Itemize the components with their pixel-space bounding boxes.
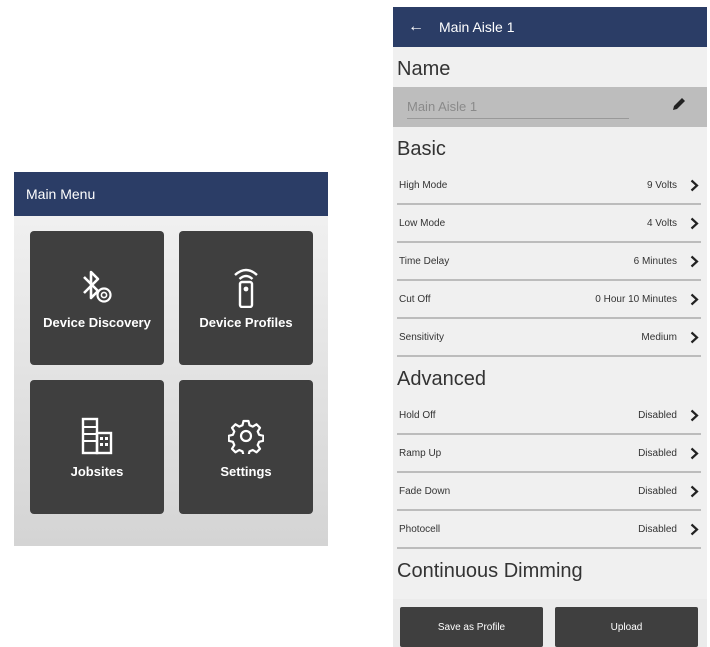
chevron-right-icon	[687, 179, 701, 192]
chevron-right-icon	[687, 485, 701, 498]
detail-app-bar: ← Main Aisle 1	[393, 7, 707, 47]
device-detail-screen: ← Main Aisle 1 Name Basic High Mode 9 Vo…	[393, 7, 707, 647]
chevron-right-icon	[687, 409, 701, 422]
continuous-dimming-heading: Continuous Dimming	[397, 560, 583, 582]
high-mode-row[interactable]: High Mode 9 Volts	[397, 167, 701, 205]
jobsites-tile[interactable]: Jobsites	[30, 380, 164, 514]
main-menu-screen: Main Menu Device Discovery Device Profil…	[14, 172, 328, 546]
row-label: Low Mode	[399, 217, 446, 229]
fade-down-row[interactable]: Fade Down Disabled	[397, 473, 701, 511]
chevron-right-icon	[687, 523, 701, 536]
row-label: Fade Down	[399, 485, 451, 497]
advanced-settings-list: Hold Off Disabled Ramp Up Disabled Fade …	[393, 397, 707, 549]
row-label: Photocell	[399, 523, 441, 535]
buildings-icon	[81, 417, 113, 455]
sensitivity-row[interactable]: Sensitivity Medium	[397, 319, 701, 357]
chevron-right-icon	[687, 331, 701, 344]
row-value: Disabled	[638, 409, 677, 421]
row-value: Disabled	[638, 523, 677, 535]
row-value: 6 Minutes	[633, 255, 677, 267]
main-menu-title: Main Menu	[26, 186, 96, 202]
pencil-edit-icon[interactable]	[671, 96, 687, 112]
row-value: Medium	[641, 331, 677, 343]
detail-title: Main Aisle 1	[439, 19, 515, 35]
advanced-section-heading: Advanced	[397, 368, 486, 390]
bottom-action-bar: Save as Profile Upload	[393, 599, 707, 647]
save-as-profile-button[interactable]: Save as Profile	[400, 607, 543, 647]
jobsites-label: Jobsites	[70, 464, 124, 479]
row-label: Hold Off	[399, 409, 436, 421]
remote-signal-icon	[234, 268, 258, 308]
row-label: Ramp Up	[399, 447, 442, 459]
row-value: Disabled	[638, 485, 677, 497]
device-discovery-label: Device Discovery	[43, 315, 151, 330]
chevron-right-icon	[687, 217, 701, 230]
row-label: High Mode	[399, 179, 448, 191]
ramp-up-row[interactable]: Ramp Up Disabled	[397, 435, 701, 473]
back-arrow-icon[interactable]: ←	[393, 18, 439, 36]
bluetooth-search-icon	[83, 270, 112, 303]
row-label: Sensitivity	[399, 331, 445, 343]
row-value: 9 Volts	[646, 179, 677, 191]
time-delay-row[interactable]: Time Delay 6 Minutes	[397, 243, 701, 281]
settings-tile[interactable]: Settings	[179, 380, 313, 514]
device-discovery-tile[interactable]: Device Discovery	[30, 231, 164, 365]
device-profiles-label: Device Profiles	[199, 315, 293, 330]
name-section-heading: Name	[397, 58, 451, 80]
main-menu-app-bar: Main Menu	[14, 172, 328, 216]
row-value: Disabled	[638, 447, 677, 459]
name-input[interactable]	[407, 95, 629, 119]
chevron-right-icon	[687, 447, 701, 460]
basic-settings-list: High Mode 9 Volts Low Mode 4 Volts Time …	[393, 167, 707, 357]
chevron-right-icon	[687, 293, 701, 306]
photocell-row[interactable]: Photocell Disabled	[397, 511, 701, 549]
settings-label: Settings	[220, 464, 272, 479]
low-mode-row[interactable]: Low Mode 4 Volts	[397, 205, 701, 243]
name-field-container	[393, 87, 707, 127]
basic-section-heading: Basic	[397, 138, 446, 160]
upload-button[interactable]: Upload	[555, 607, 698, 647]
hold-off-row[interactable]: Hold Off Disabled	[397, 397, 701, 435]
cut-off-row[interactable]: Cut Off 0 Hour 10 Minutes	[397, 281, 701, 319]
row-label: Cut Off	[399, 293, 431, 305]
device-profiles-tile[interactable]: Device Profiles	[179, 231, 313, 365]
row-label: Time Delay	[399, 255, 450, 267]
row-value: 4 Volts	[646, 217, 677, 229]
row-value: 0 Hour 10 Minutes	[595, 293, 677, 305]
gear-icon	[228, 419, 264, 454]
chevron-right-icon	[687, 255, 701, 268]
